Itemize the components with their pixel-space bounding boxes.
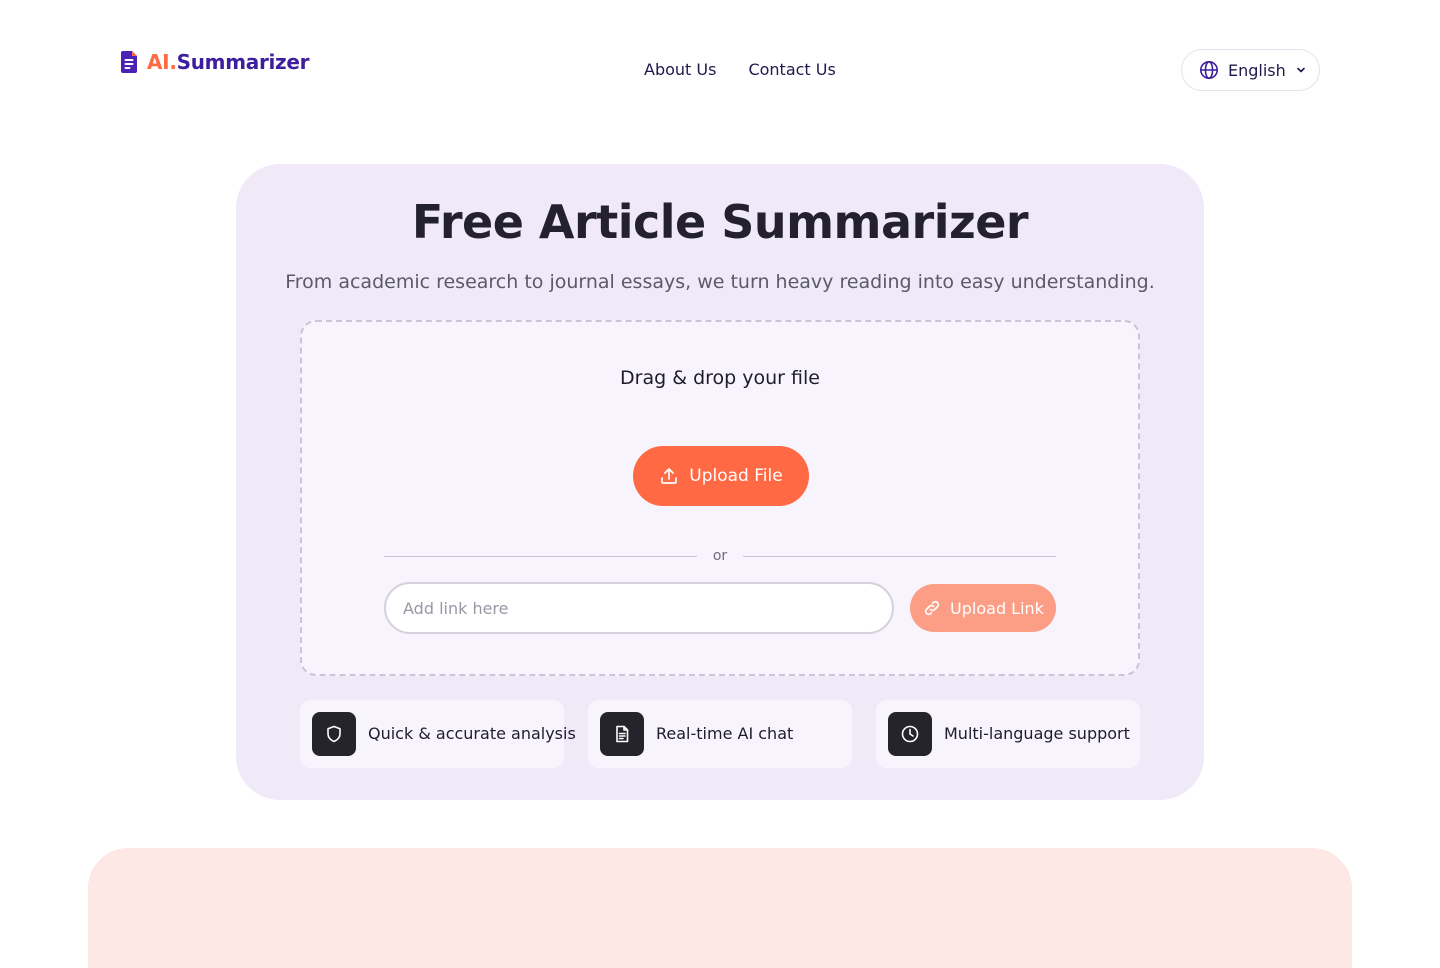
nav-about-us[interactable]: About Us (644, 58, 716, 82)
file-dropzone[interactable]: Drag & drop your file Upload File or Upl… (300, 320, 1140, 676)
nav-contact-us[interactable]: Contact Us (748, 58, 835, 82)
hero-card: Free Article Summarizer From academic re… (236, 164, 1204, 800)
shield-icon (312, 712, 356, 756)
upload-icon (661, 468, 678, 484)
chevron-down-icon (1296, 67, 1305, 73)
upload-link-button[interactable]: Upload Link (910, 584, 1056, 632)
upload-link-label: Upload Link (950, 598, 1044, 618)
feature-item: Quick & accurate analysis (300, 700, 576, 768)
divider-line (384, 555, 697, 557)
page-title: Free Article Summarizer (411, 195, 1029, 249)
language-label: English (1228, 60, 1286, 80)
logo-text: AI.Summarizer (147, 50, 310, 74)
feature-label: Quick & accurate analysis (368, 724, 576, 743)
or-text: or (712, 548, 728, 564)
language-selector[interactable]: English (1181, 49, 1320, 91)
link-input[interactable] (384, 582, 894, 634)
logo[interactable]: AI.Summarizer (119, 50, 310, 74)
divider-line (743, 555, 1057, 557)
feature-label: Real-time AI chat (656, 724, 794, 743)
feature-list: Quick & accurate analysis Real-time AI c… (300, 700, 1140, 768)
feature-label: Multi-language support (944, 724, 1130, 743)
or-divider: or (384, 546, 1057, 566)
feature-item: Real-time AI chat (588, 700, 852, 768)
page-subtitle: From academic research to journal essays… (285, 271, 1155, 293)
main-nav: About Us Contact Us (644, 58, 836, 82)
upload-file-button[interactable]: Upload File (633, 446, 809, 506)
link-icon (924, 600, 940, 616)
dropzone-title: Drag & drop your file (620, 367, 820, 389)
clock-icon (888, 712, 932, 756)
logo-name: Summarizer (176, 50, 310, 74)
logo-icon (121, 51, 137, 73)
feature-item: Multi-language support (876, 700, 1140, 768)
globe-icon (1200, 61, 1218, 79)
upload-file-label: Upload File (689, 466, 783, 486)
site-header: AI.Summarizer About Us Contact Us Englis… (0, 0, 1440, 130)
logo-prefix: AI. (147, 50, 177, 74)
document-icon (600, 712, 644, 756)
next-section (88, 848, 1352, 968)
